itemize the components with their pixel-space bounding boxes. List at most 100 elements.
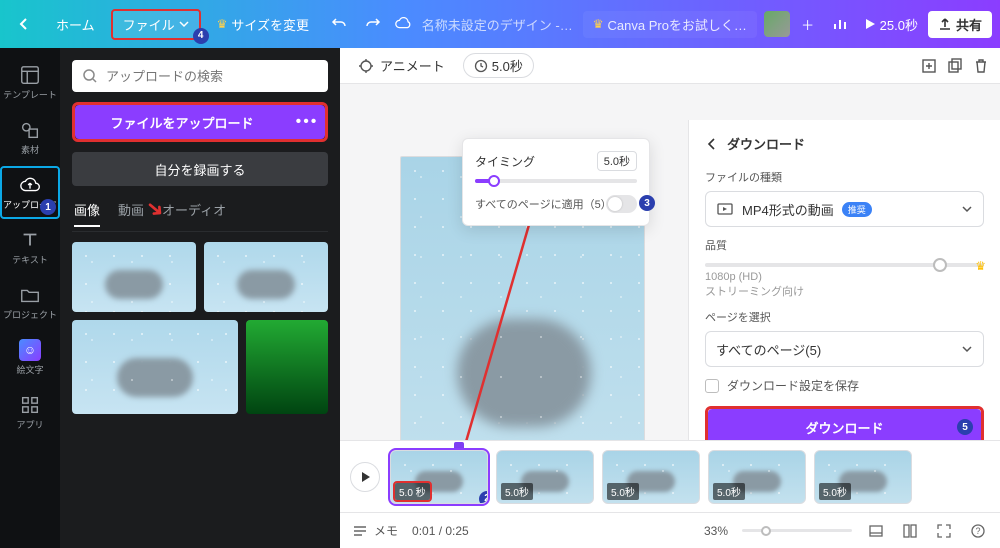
apply-all-label: すべてのページに適用（5） [475,196,606,212]
timing-slider[interactable] [475,179,637,183]
timeline-clip[interactable]: 5.0秒 [496,450,594,504]
tab-images[interactable]: 画像 [74,200,100,227]
scroll-view-button[interactable] [900,521,920,541]
expand-icon [936,523,952,539]
rail-item-upload[interactable]: アップロード 1 [0,166,60,219]
apps-icon [19,394,41,416]
step-badge-3: 3 [639,195,655,211]
fullscreen-button[interactable] [934,521,954,541]
back-button[interactable] [8,14,40,34]
quality-label: 品質 [705,237,984,253]
upload-thumb[interactable] [204,242,328,312]
cloud-upload-icon [19,174,41,196]
page-duration-button[interactable]: 5.0秒 [463,53,534,78]
download-panel: ダウンロード ファイルの種類 MP4形式の動画 推奨 品質 ♛ 1080p (H… [688,120,1000,440]
page-duration-value: 5.0秒 [492,56,523,75]
clip-duration: 5.0秒 [501,483,533,500]
upload-thumb[interactable] [72,242,196,312]
sidebar: ファイルをアップロード ••• 自分を録画する ➜ 画像 動画 オーディオ [60,48,340,548]
design-title[interactable]: 名称未設定のデザイン -… [422,15,573,34]
quality-slider[interactable]: ♛ [705,263,984,267]
chevron-down-icon [961,343,973,355]
step-badge-4: 4 [193,28,209,44]
upload-tabs: 画像 動画 オーディオ [72,196,328,232]
avatar[interactable] [764,11,790,37]
folder-icon [19,284,41,306]
clip-duration: 5.0秒 [713,483,745,500]
try-pro-button[interactable]: ♛ Canva Proをお試しく… [583,11,757,38]
rail-label: 素材 [21,143,39,156]
timeline-play-button[interactable] [350,462,380,492]
help-button[interactable]: ? [968,521,988,541]
timeline: 5.0 秒 2 5.0秒 5.0秒 5.0秒 5.0秒 [340,440,1000,512]
analytics-button[interactable] [826,10,854,38]
rail-item-text[interactable]: テキスト [0,221,60,274]
filetype-label: ファイルの種類 [705,169,984,185]
upload-thumbnails [72,242,328,414]
notes-label: メモ [374,522,398,539]
redo-button[interactable] [359,10,387,38]
undo-icon [331,16,347,32]
rail-item-templates[interactable]: テンプレート [0,56,60,109]
upload-more-button[interactable]: ••• [289,105,325,139]
preview-play-button[interactable]: 25.0秒 [858,15,924,34]
timeline-clip[interactable]: 5.0 秒 2 [390,450,488,504]
zoom-value: 33% [704,524,728,538]
record-yourself-button[interactable]: 自分を録画する [72,152,328,186]
home-button[interactable]: ホーム [46,11,105,38]
timeline-clip[interactable]: 5.0秒 [602,450,700,504]
animate-label: アニメート [380,56,445,75]
redo-icon [365,16,381,32]
play-icon [359,471,371,483]
rail-item-apps[interactable]: アプリ [0,386,60,439]
step-badge-5: 5 [957,419,973,435]
add-member-button[interactable]: ＋ [794,10,822,38]
animate-button[interactable]: アニメート [350,52,453,79]
upload-row: ファイルをアップロード ••• [72,102,328,142]
share-button[interactable]: 共有 [928,11,992,38]
download-button[interactable]: ダウンロード [708,409,981,440]
rail-label: アプリ [16,418,43,431]
duplicate-icon[interactable] [946,57,964,75]
rail-item-emoji[interactable]: ☺ 絵文字 [0,331,60,384]
crown-icon: ♛ [975,259,986,273]
clip-duration: 5.0 秒 [395,483,430,500]
resize-button[interactable]: ♛ サイズを変更 [207,11,319,38]
save-settings-checkbox[interactable]: ダウンロード設定を保存 [705,377,984,394]
editor-toolbar-right [920,57,990,75]
filetype-value: MP4形式の動画 [742,200,834,219]
upload-thumb[interactable] [72,320,238,414]
download-button-wrap: ダウンロード 5 [705,406,984,440]
undo-button[interactable] [325,10,353,38]
rail-item-elements[interactable]: 素材 [0,111,60,164]
upload-thumb[interactable] [246,320,328,414]
chevron-left-icon [18,18,30,30]
file-menu-button[interactable]: ファイル 4 [111,9,201,40]
timing-value[interactable]: 5.0秒 [597,151,637,171]
resize-label: サイズを変更 [231,15,309,34]
rail-label: 絵文字 [16,363,43,376]
download-title: ダウンロード [727,134,805,153]
upload-files-button[interactable]: ファイルをアップロード [75,105,289,139]
rail-item-projects[interactable]: プロジェクト [0,276,60,329]
timeline-clip[interactable]: 5.0秒 [814,450,912,504]
crown-icon: ♛ [217,17,228,31]
plus-icon: ＋ [801,15,814,34]
search-uploads[interactable] [72,60,328,92]
step-badge-2: 2 [479,491,488,504]
zoom-slider[interactable] [742,529,852,532]
add-page-icon[interactable] [920,57,938,75]
search-input[interactable] [106,69,318,84]
quality-sub: ストリーミング向け [705,286,804,298]
playback-time: 0:01 / 0:25 [412,524,469,538]
filetype-select[interactable]: MP4形式の動画 推奨 [705,191,984,227]
timeline-clip[interactable]: 5.0秒 [708,450,806,504]
rail-label: テキスト [12,253,48,266]
tab-audio[interactable]: オーディオ [162,200,226,227]
trash-icon[interactable] [972,57,990,75]
thumbnail-view-button[interactable] [866,521,886,541]
notes-button[interactable]: メモ [352,522,398,539]
chevron-left-icon[interactable] [705,137,719,151]
pages-select[interactable]: すべてのページ(5) [705,331,984,367]
apply-all-toggle[interactable] [606,195,637,213]
